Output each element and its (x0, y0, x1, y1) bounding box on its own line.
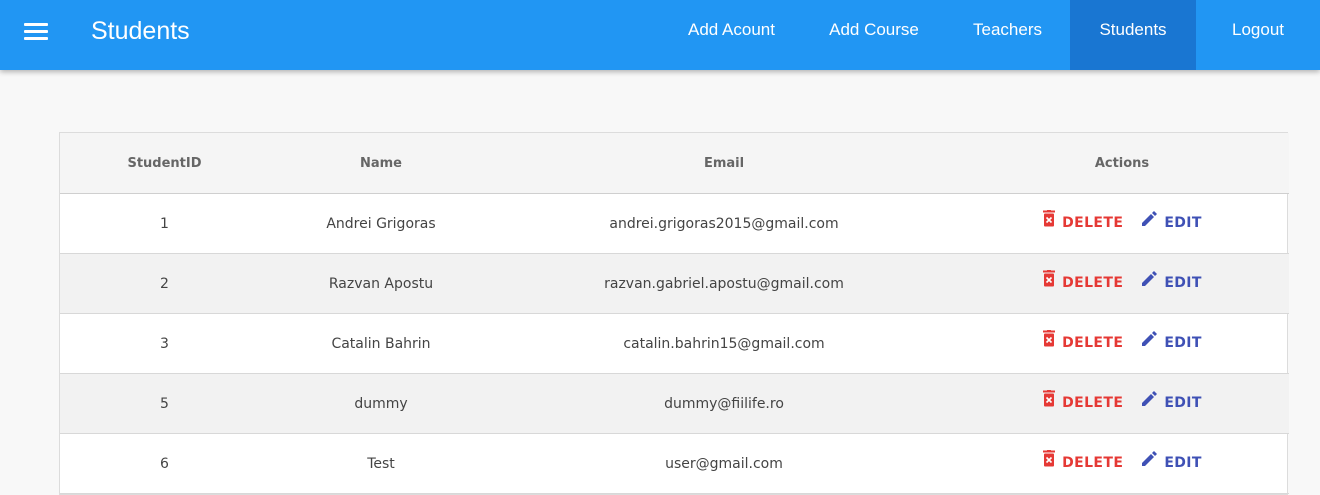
delete-button[interactable]: DELETE (1042, 390, 1124, 411)
cell-actions: DELETE EDIT (955, 373, 1289, 434)
edit-button[interactable]: EDIT (1141, 331, 1202, 351)
delete-forever-icon (1043, 270, 1056, 287)
cell-student-id: 6 (60, 433, 269, 494)
cell-actions: DELETE EDIT (955, 433, 1289, 494)
students-table: StudentID Name Email Actions 1 Andrei Gr… (60, 133, 1289, 494)
app-bar: Students Add Acount Add Course Teachers … (0, 0, 1320, 70)
delete-label: DELETE (1062, 275, 1124, 291)
cell-email: razvan.gabriel.apostu@gmail.com (493, 253, 955, 314)
edit-label: EDIT (1164, 275, 1202, 291)
nav-add-account[interactable]: Add Acount (660, 0, 803, 70)
menu-icon[interactable] (24, 22, 50, 42)
cell-student-id: 1 (60, 193, 269, 254)
cell-student-id: 3 (60, 313, 269, 374)
delete-button[interactable]: DELETE (1042, 450, 1124, 471)
cell-name: Razvan Apostu (269, 253, 493, 314)
table-row: 6 Test user@gmail.com DELETE EDIT (60, 433, 1289, 494)
table-row: 5 dummy dummy@fiilife.ro DELETE EDIT (60, 373, 1289, 434)
delete-label: DELETE (1062, 335, 1124, 351)
cell-actions: DELETE EDIT (955, 253, 1289, 314)
pencil-icon (1142, 271, 1158, 286)
edit-label: EDIT (1164, 455, 1202, 471)
cell-name: dummy (269, 373, 493, 434)
delete-forever-icon (1043, 210, 1056, 227)
cell-name: Catalin Bahrin (269, 313, 493, 374)
cell-name: Test (269, 433, 493, 494)
delete-button[interactable]: DELETE (1042, 270, 1124, 291)
pencil-icon (1142, 211, 1158, 226)
pencil-icon (1142, 451, 1158, 466)
table-row: 2 Razvan Apostu razvan.gabriel.apostu@gm… (60, 253, 1289, 314)
header-student-id: StudentID (60, 133, 269, 194)
top-nav: Add Acount Add Course Teachers Students … (660, 0, 1320, 70)
delete-label: DELETE (1062, 215, 1124, 231)
edit-button[interactable]: EDIT (1141, 391, 1202, 411)
header-email: Email (493, 133, 955, 194)
delete-label: DELETE (1062, 455, 1124, 471)
header-name: Name (269, 133, 493, 194)
header-actions: Actions (955, 133, 1289, 194)
delete-button[interactable]: DELETE (1042, 210, 1124, 231)
cell-email: dummy@fiilife.ro (493, 373, 955, 434)
delete-forever-icon (1043, 390, 1056, 407)
cell-email: catalin.bahrin15@gmail.com (493, 313, 955, 374)
nav-add-course[interactable]: Add Course (803, 0, 945, 70)
nav-students[interactable]: Students (1070, 0, 1196, 70)
edit-label: EDIT (1164, 335, 1202, 351)
cell-student-id: 5 (60, 373, 269, 434)
pencil-icon (1142, 331, 1158, 346)
cell-email: andrei.grigoras2015@gmail.com (493, 193, 955, 254)
page-title: Students (91, 17, 190, 45)
table-row: 3 Catalin Bahrin catalin.bahrin15@gmail.… (60, 313, 1289, 374)
edit-button[interactable]: EDIT (1141, 211, 1202, 231)
pencil-icon (1142, 391, 1158, 406)
table-header-row: StudentID Name Email Actions (60, 133, 1289, 194)
edit-button[interactable]: EDIT (1141, 451, 1202, 471)
cell-actions: DELETE EDIT (955, 193, 1289, 254)
nav-logout[interactable]: Logout (1196, 0, 1320, 70)
delete-forever-icon (1043, 450, 1056, 467)
cell-actions: DELETE EDIT (955, 313, 1289, 374)
delete-label: DELETE (1062, 395, 1124, 411)
delete-forever-icon (1043, 330, 1056, 347)
cell-email: user@gmail.com (493, 433, 955, 494)
cell-name: Andrei Grigoras (269, 193, 493, 254)
students-table-card: StudentID Name Email Actions 1 Andrei Gr… (59, 132, 1289, 495)
table-row: 1 Andrei Grigoras andrei.grigoras2015@gm… (60, 193, 1289, 254)
delete-button[interactable]: DELETE (1042, 330, 1124, 351)
cell-student-id: 2 (60, 253, 269, 314)
edit-label: EDIT (1164, 215, 1202, 231)
edit-label: EDIT (1164, 395, 1202, 411)
edit-button[interactable]: EDIT (1141, 271, 1202, 291)
nav-teachers[interactable]: Teachers (945, 0, 1070, 70)
